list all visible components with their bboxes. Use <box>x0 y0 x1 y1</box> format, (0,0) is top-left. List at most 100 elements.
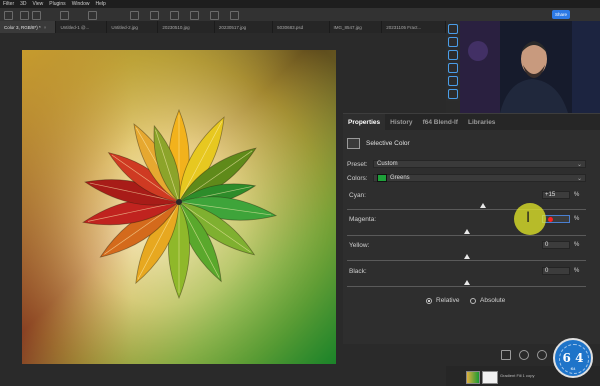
option-icon[interactable] <box>210 11 219 20</box>
options-bar: Share <box>0 8 600 21</box>
colors-label: Colors: <box>347 175 368 182</box>
document-tab[interactable]: Color 3, RGB/8*) * × <box>0 21 57 33</box>
logo-subtext: f64 <box>570 367 576 371</box>
absolute-label: Absolute <box>480 297 506 304</box>
menu-view[interactable]: View <box>30 1 47 7</box>
tool-preset-icon[interactable] <box>4 11 13 20</box>
greens-color-swatch <box>377 174 387 182</box>
yellow-input[interactable]: 0 <box>542 241 570 249</box>
option-icon[interactable] <box>230 11 239 20</box>
click-marker <box>548 217 553 222</box>
selective-color-icon <box>347 137 360 149</box>
document-tab-label: 5030683.psd <box>277 24 304 30</box>
channels-icon[interactable] <box>448 63 458 73</box>
right-toolbar <box>446 21 460 101</box>
black-input[interactable]: 0 <box>542 267 570 275</box>
cyan-slider-thumb[interactable] <box>480 203 487 208</box>
reset-icon[interactable] <box>537 350 547 360</box>
document-tab[interactable]: Untitled-1 @... <box>56 21 108 33</box>
adjustment-title: Selective Color <box>366 139 410 147</box>
panel-tabs: Properties History f64 Blend-If Librarie… <box>343 114 600 130</box>
webcam-presenter-image <box>460 21 600 113</box>
document-tab-label: Color 3, RGB/8*) * <box>4 24 41 30</box>
layer-thumbnail[interactable] <box>466 371 480 384</box>
document-tab[interactable]: Untitled-2.jpg <box>107 21 159 33</box>
document-tab[interactable]: 20231105 Fract... <box>382 21 447 33</box>
document-tab-label: 20230510.jpg <box>162 24 190 30</box>
yellow-slider-track[interactable] <box>347 260 586 261</box>
document-tab-label: 20230517.jpg <box>218 24 247 30</box>
document-tab-label: Untitled-1 @... <box>60 24 90 30</box>
black-label: Black: <box>349 268 367 275</box>
document-tab[interactable]: 5030683.psd <box>273 21 330 33</box>
option-icon[interactable] <box>32 11 41 20</box>
magenta-slider-track[interactable] <box>347 235 586 236</box>
magenta-unit: % <box>574 216 580 222</box>
option-icon[interactable] <box>60 11 69 20</box>
adjustments-icon[interactable] <box>448 37 458 47</box>
menu-bar: Filter 3D View Plugins Window Help <box>0 0 600 8</box>
menu-filter[interactable]: Filter <box>0 1 17 7</box>
menu-help[interactable]: Help <box>92 1 108 7</box>
black-slider-thumb[interactable] <box>463 280 470 285</box>
yellow-label: Yellow: <box>349 242 370 249</box>
share-button[interactable]: Share <box>552 10 570 19</box>
paths-icon[interactable] <box>448 76 458 86</box>
leaf-center <box>176 199 182 205</box>
chevron-down-icon: ⌄ <box>576 162 582 168</box>
document-tab[interactable]: IMG_8547.jpg <box>330 21 383 33</box>
tab-libraries[interactable]: Libraries <box>463 114 500 130</box>
adjustment-header: Selective Color <box>347 136 410 150</box>
view-previous-icon[interactable] <box>519 350 529 360</box>
menu-3d[interactable]: 3D <box>17 1 29 7</box>
preset-dropdown[interactable]: Custom ⌄ <box>373 160 586 168</box>
cyan-label: Cyan: <box>349 192 366 199</box>
history-icon[interactable] <box>448 89 458 99</box>
magenta-slider-thumb[interactable] <box>463 229 470 234</box>
chevron-down-icon: ⌄ <box>576 176 582 182</box>
layer-mask-thumbnail[interactable] <box>482 371 498 384</box>
tab-f64-blend-if[interactable]: f64 Blend-If <box>418 114 463 130</box>
leaf-artwork-image[interactable] <box>22 50 336 364</box>
document-tab-label: IMG_8547.jpg <box>333 24 362 30</box>
option-icon[interactable] <box>150 11 159 20</box>
black-slider-track[interactable] <box>347 286 586 287</box>
layer-name[interactable]: Gradient Fill 1 copy <box>500 373 534 378</box>
clip-to-layer-icon[interactable] <box>501 350 511 360</box>
layers-icon[interactable] <box>448 50 458 60</box>
tab-history[interactable]: History <box>385 114 417 130</box>
yellow-unit: % <box>574 242 580 248</box>
properties-icon[interactable] <box>448 24 458 34</box>
document-tabs: Color 3, RGB/8*) * × Untitled-1 @... Unti… <box>0 21 447 33</box>
document-tab[interactable]: 20230510.jpg <box>158 21 215 33</box>
tab-properties[interactable]: Properties <box>343 114 386 130</box>
document-tab-label: Untitled-2.jpg <box>111 24 138 30</box>
cyan-slider-track[interactable] <box>347 209 586 210</box>
properties-panel: Properties History f64 Blend-If Librarie… <box>343 113 600 367</box>
document-tab[interactable]: 20230517.jpg <box>215 21 274 33</box>
channel-logo: 6 4 f64 <box>553 338 593 378</box>
colors-value: Greens <box>390 175 410 181</box>
relative-label: Relative <box>436 297 460 304</box>
option-icon[interactable] <box>130 11 139 20</box>
option-icon[interactable] <box>190 11 199 20</box>
close-icon[interactable]: × <box>44 25 47 30</box>
colors-dropdown[interactable]: Greens ⌄ <box>373 174 586 182</box>
yellow-slider-thumb[interactable] <box>463 254 470 259</box>
preset-value: Custom <box>377 161 398 167</box>
magenta-input[interactable] <box>542 215 570 223</box>
text-cursor-icon: I <box>526 210 531 226</box>
option-icon[interactable] <box>88 11 97 20</box>
cyan-input[interactable]: +15 <box>542 191 570 199</box>
menu-plugins[interactable]: Plugins <box>46 1 68 7</box>
menu-window[interactable]: Window <box>69 1 93 7</box>
preset-label: Preset: <box>347 161 368 168</box>
document-tab-label: 20231105 Fract... <box>386 24 422 30</box>
relative-radio[interactable] <box>426 298 432 304</box>
magenta-label: Magenta: <box>349 216 377 223</box>
black-unit: % <box>574 268 580 274</box>
absolute-radio[interactable] <box>470 298 476 304</box>
cyan-unit: % <box>574 192 580 198</box>
option-icon[interactable] <box>20 11 29 20</box>
option-icon[interactable] <box>170 11 179 20</box>
